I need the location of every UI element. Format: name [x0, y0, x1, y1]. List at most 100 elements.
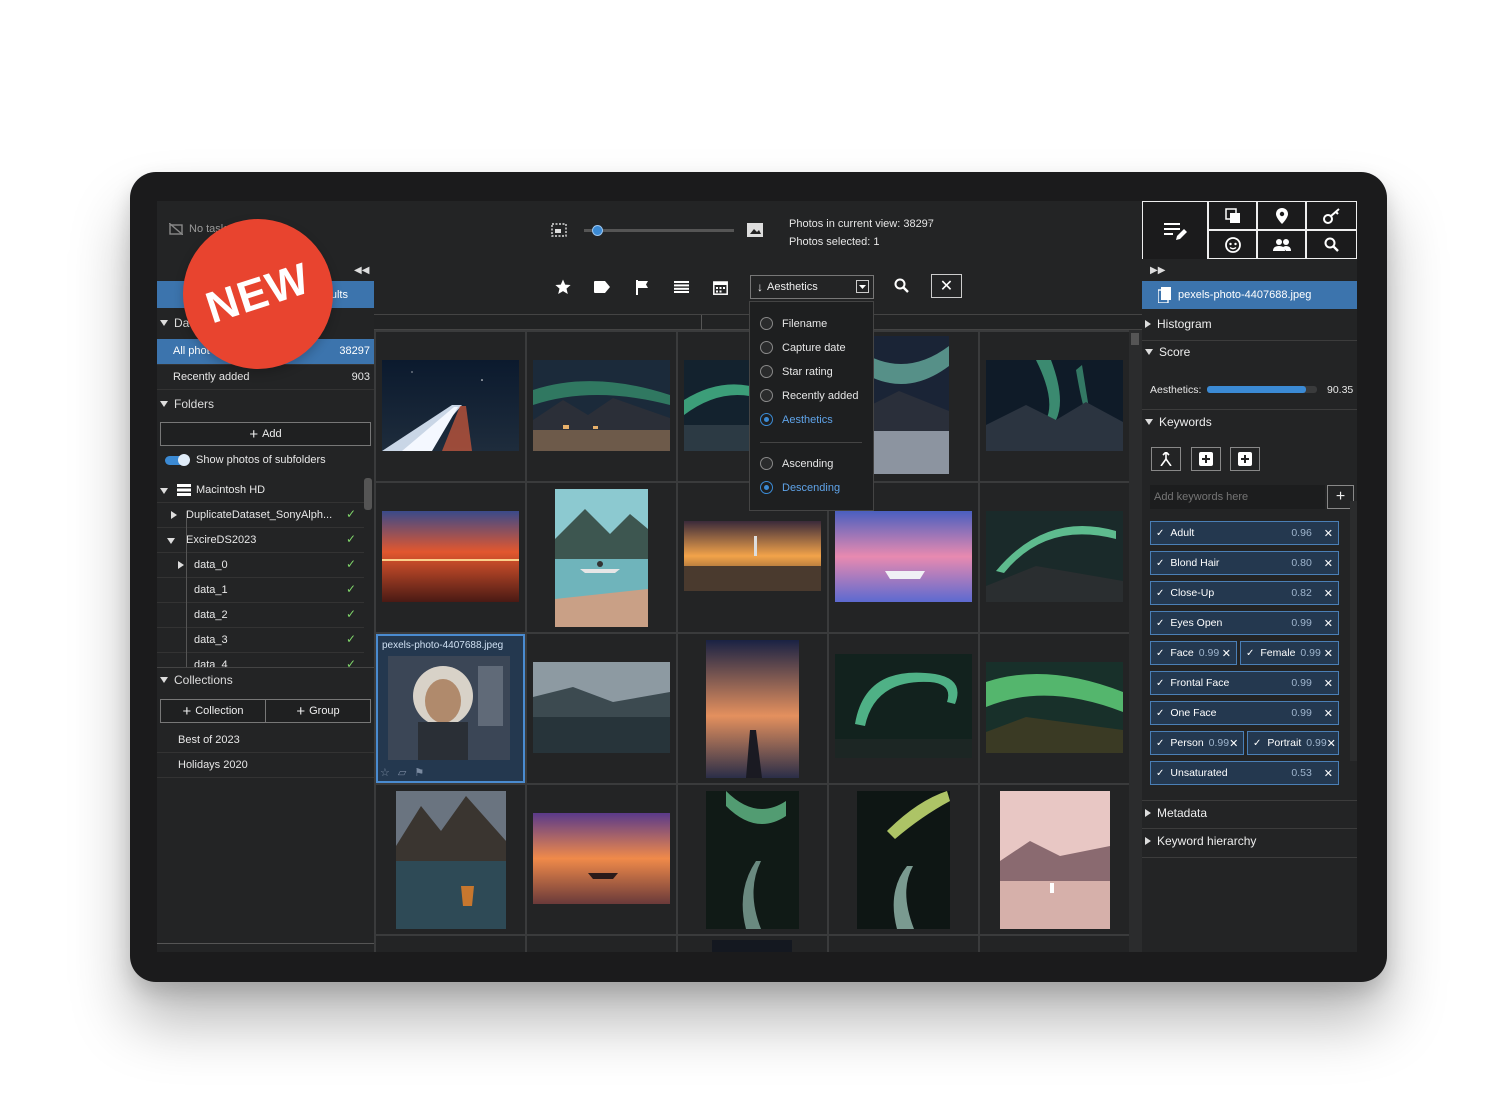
photo-thumbnail[interactable] — [527, 332, 676, 481]
keyword-input[interactable] — [1150, 485, 1325, 509]
sort-option-aesthetics[interactable]: Aesthetics — [760, 413, 833, 426]
sort-option-capture-date[interactable]: Capture date — [760, 341, 846, 354]
sort-order-descending[interactable]: Descending — [760, 481, 840, 494]
tree-item-duplicate-dataset[interactable]: DuplicateDataset_SonyAlph... ✓ — [157, 503, 364, 528]
photo-thumbnail[interactable] — [376, 936, 525, 952]
photo-thumbnail[interactable] — [376, 483, 525, 632]
photo-thumbnail[interactable] — [980, 332, 1129, 481]
score-section-header[interactable]: Score — [1145, 345, 1190, 359]
list-filter-icon[interactable] — [671, 277, 691, 297]
photo-thumbnail[interactable] — [527, 785, 676, 934]
remove-icon[interactable]: ✕ — [1324, 587, 1333, 600]
tree-item-macintosh-hd[interactable]: Macintosh HD — [157, 478, 364, 503]
keywords-scrollbar[interactable] — [1350, 501, 1357, 761]
flag-filter-icon[interactable] — [632, 277, 652, 297]
clear-filter-button[interactable]: ✕ — [931, 274, 962, 298]
add-keyword-set-button[interactable] — [1191, 447, 1221, 471]
tree-item-data-0[interactable]: data_0 ✓ — [157, 553, 364, 578]
folder-scrollbar[interactable] — [364, 478, 372, 510]
photo-thumbnail[interactable] — [678, 634, 827, 783]
tree-item-data-3[interactable]: data_3 ✓ — [157, 628, 364, 653]
people-tool[interactable] — [1257, 230, 1306, 259]
tree-item-data-2[interactable]: data_2 ✓ — [157, 603, 364, 628]
thumbnail-size-knob[interactable] — [591, 225, 603, 236]
photo-thumbnail-selected[interactable]: pexels-photo-4407688.jpeg ☆ ▱ ⚑ — [376, 634, 525, 783]
duplicates-tool[interactable] — [1208, 201, 1257, 230]
keyword-tag[interactable]: ✓ Face 0.99 ✕ — [1150, 641, 1237, 665]
sort-option-filename[interactable]: Filename — [760, 317, 827, 330]
photo-thumbnail[interactable] — [527, 483, 676, 632]
sort-option-recently-added[interactable]: Recently added — [760, 389, 858, 402]
tree-item-data-4[interactable]: data_4 ✓ — [157, 653, 364, 667]
photo-thumbnail[interactable] — [980, 785, 1129, 934]
datasets-section-header[interactable]: Da — [160, 316, 189, 330]
merge-keywords-button[interactable] — [1151, 447, 1181, 471]
remove-icon[interactable]: ✕ — [1324, 707, 1333, 720]
flag-icon[interactable]: ⚑ — [414, 766, 424, 779]
remove-icon[interactable]: ✕ — [1324, 527, 1333, 540]
location-tool[interactable] — [1257, 201, 1306, 230]
photo-thumbnail[interactable] — [980, 936, 1129, 952]
keyword-tag[interactable]: ✓ Female 0.99 ✕ — [1240, 641, 1339, 665]
search-tool[interactable] — [1306, 230, 1357, 259]
label-icon[interactable]: ▱ — [398, 766, 406, 779]
remove-icon[interactable]: ✕ — [1324, 647, 1333, 660]
collapse-left-icon[interactable]: ◀◀ — [354, 265, 369, 276]
remove-icon[interactable]: ✕ — [1324, 557, 1333, 570]
photo-thumbnail[interactable] — [376, 332, 525, 481]
calendar-filter-icon[interactable] — [710, 277, 730, 297]
photo-thumbnail[interactable] — [829, 785, 978, 934]
keyword-tag[interactable]: ✓ Frontal Face 0.99 ✕ — [1150, 671, 1339, 695]
add-group-button[interactable]: + Group — [265, 699, 371, 723]
sort-option-star-rating[interactable]: Star rating — [760, 365, 833, 378]
photo-thumbnail[interactable] — [678, 936, 827, 952]
photo-thumbnail[interactable] — [527, 634, 676, 783]
metadata-section-header[interactable]: Metadata — [1145, 806, 1207, 820]
show-subfolders-toggle[interactable] — [165, 454, 190, 466]
sort-dropdown[interactable]: ↓ Aesthetics — [750, 275, 874, 299]
add-collection-button[interactable]: + Collection — [160, 699, 266, 723]
keyword-tag[interactable]: ✓ Close-Up 0.82 ✕ — [1150, 581, 1339, 605]
grid-search-icon[interactable] — [894, 278, 909, 293]
photo-thumbnail[interactable] — [527, 936, 676, 952]
folders-section-header[interactable]: Folders — [160, 397, 214, 411]
thumbnail-size-slider[interactable] — [584, 229, 734, 232]
photo-thumbnail[interactable] — [829, 634, 978, 783]
collection-item[interactable]: Holidays 2020 — [157, 753, 374, 778]
faces-tool[interactable] — [1208, 230, 1257, 259]
keyword-tag[interactable]: ✓ Eyes Open 0.99 ✕ — [1150, 611, 1339, 635]
edit-metadata-tool[interactable] — [1142, 201, 1208, 259]
keyword-tag[interactable]: ✓ One Face 0.99 ✕ — [1150, 701, 1339, 725]
keyword-tag[interactable]: ✓ Person 0.99 ✕ — [1150, 731, 1244, 755]
remove-icon[interactable]: ✕ — [1324, 767, 1333, 780]
large-thumbnail-icon[interactable] — [747, 223, 763, 237]
star-filter-icon[interactable] — [553, 277, 573, 297]
small-thumbnail-icon[interactable] — [551, 223, 567, 237]
keyword-tag[interactable]: ✓ Unsaturated 0.53 ✕ — [1150, 761, 1339, 785]
keywords-section-header[interactable]: Keywords — [1145, 415, 1212, 429]
keyword-tag[interactable]: ✓ Portrait 0.99 ✕ — [1247, 731, 1339, 755]
photo-thumbnail[interactable] — [980, 483, 1129, 632]
collections-section-header[interactable]: Collections — [160, 673, 233, 687]
label-filter-icon[interactable] — [592, 277, 612, 297]
photo-thumbnail[interactable] — [829, 936, 978, 952]
sort-order-ascending[interactable]: Ascending — [760, 457, 833, 470]
keyword-tag[interactable]: ✓ Blond Hair 0.80 ✕ — [1150, 551, 1339, 575]
add-folder-button[interactable]: + Add — [160, 422, 371, 446]
collapse-right-icon[interactable]: ▶▶ — [1150, 265, 1165, 276]
photo-thumbnail[interactable] — [376, 785, 525, 934]
grid-scrollbar[interactable] — [1129, 330, 1142, 952]
remove-icon[interactable]: ✕ — [1229, 737, 1238, 750]
remove-keyword-set-button[interactable] — [1230, 447, 1260, 471]
star-icon[interactable]: ☆ — [380, 766, 390, 779]
tree-item-data-1[interactable]: data_1 ✓ — [157, 578, 364, 603]
tree-item-excireds2023[interactable]: ExcireDS2023 ✓ — [157, 528, 364, 553]
photo-thumbnail[interactable] — [678, 785, 827, 934]
photo-thumbnail[interactable] — [980, 634, 1129, 783]
keyword-tag[interactable]: ✓ Adult 0.96 ✕ — [1150, 521, 1339, 545]
keyword-hierarchy-section-header[interactable]: Keyword hierarchy — [1145, 834, 1256, 848]
collection-item[interactable]: Best of 2023 — [157, 728, 374, 753]
keyword-tool[interactable] — [1306, 201, 1357, 230]
remove-icon[interactable]: ✕ — [1222, 647, 1231, 660]
remove-icon[interactable]: ✕ — [1324, 677, 1333, 690]
